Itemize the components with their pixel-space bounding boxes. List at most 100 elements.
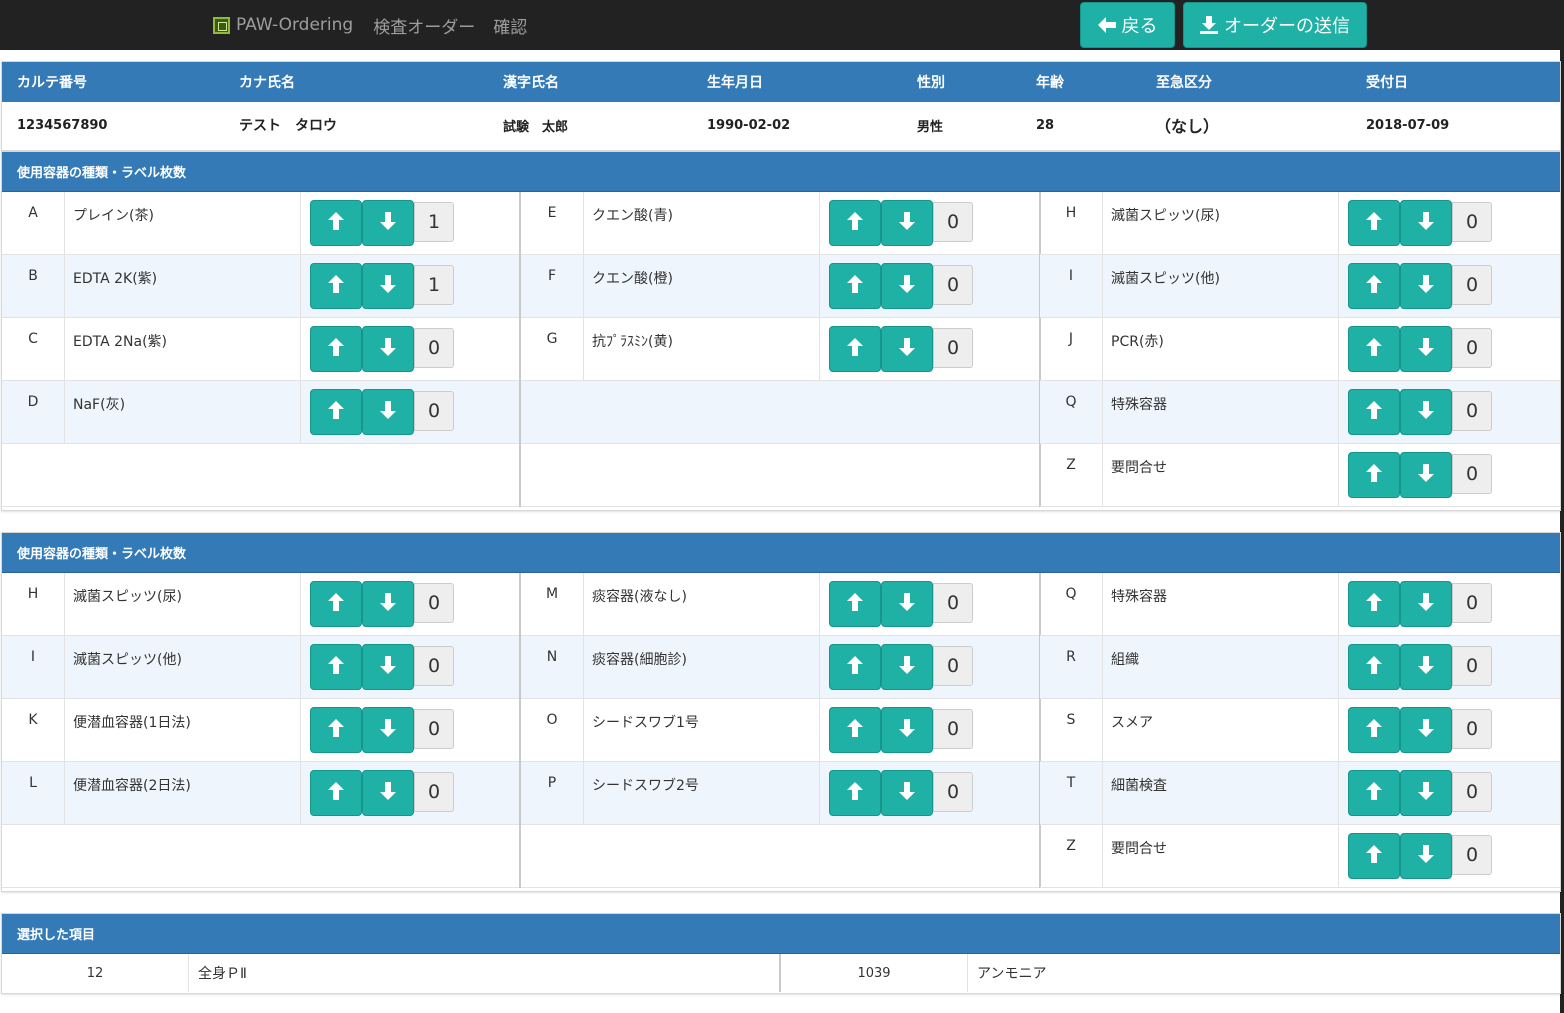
increment-button[interactable] [1348,263,1400,309]
increment-button[interactable] [1348,389,1400,435]
increment-button[interactable] [310,770,362,816]
decrement-button[interactable] [881,644,933,690]
decrement-button[interactable] [1400,389,1452,435]
back-button[interactable]: 戻る [1080,2,1175,48]
increment-button[interactable] [1348,326,1400,372]
decrement-button[interactable] [1400,326,1452,372]
increment-button[interactable] [310,200,362,246]
arrow-down-icon [380,401,396,423]
container-row: D NaF(灰) 0 [2,381,519,444]
decrement-button[interactable] [362,707,414,753]
arrow-down-icon [1418,845,1434,867]
decrement-button[interactable] [881,200,933,246]
decrement-button[interactable] [1400,644,1452,690]
increment-button[interactable] [310,263,362,309]
increment-button[interactable] [1348,644,1400,690]
container-code: R [1040,636,1103,698]
selected-item-name: 全身ＰⅡ [198,966,247,982]
decrement-button[interactable] [362,263,414,309]
container-code: I [1040,255,1103,317]
decrement-button[interactable] [1400,707,1452,753]
increment-button[interactable] [829,200,881,246]
container-row: Q 特殊容器 0 [1040,381,1560,444]
arrow-down-icon [380,212,396,234]
label-count: 0 [414,391,454,431]
container-name: 要問合せ [1103,444,1339,506]
container-row: L 便潜血容器(2日法) 0 [2,762,519,825]
decrement-button[interactable] [1400,200,1452,246]
increment-button[interactable] [310,326,362,372]
increment-button[interactable] [310,389,362,435]
container-row: Q 特殊容器 0 [1040,573,1560,636]
arrow-down-icon [380,782,396,804]
increment-button[interactable] [1348,452,1400,498]
increment-button[interactable] [829,263,881,309]
increment-button[interactable] [829,581,881,627]
decrement-button[interactable] [881,263,933,309]
container-name: 要問合せ [1103,825,1339,887]
decrement-button[interactable] [362,644,414,690]
container-row: J PCR(赤) 0 [1040,318,1560,381]
send-order-button[interactable]: オーダーの送信 [1183,2,1367,48]
decrement-button[interactable] [881,707,933,753]
increment-button[interactable] [829,644,881,690]
arrow-down-icon [380,275,396,297]
container-code: P [521,762,584,824]
container-name: EDTA 2Na(紫) [65,318,301,380]
label-count-control: 0 [829,326,973,372]
header-urgency: 至急区分 [1156,75,1212,91]
arrow-up-icon [1366,275,1382,297]
container-row: K 便潜血容器(1日法) 0 [2,699,519,762]
arrow-up-icon [1366,212,1382,234]
decrement-button[interactable] [881,581,933,627]
increment-button[interactable] [1348,707,1400,753]
container-name: プレイン(茶) [65,192,301,254]
decrement-button[interactable] [881,770,933,816]
increment-button[interactable] [310,707,362,753]
decrement-button[interactable] [362,326,414,372]
label-count-control: 0 [1348,707,1492,753]
arrow-down-icon [1418,593,1434,615]
chart-number: 1234567890 [17,117,108,133]
arrow-down-icon [380,338,396,360]
empty-row [521,444,1039,507]
decrement-button[interactable] [1400,581,1452,627]
arrow-down-icon [1418,338,1434,360]
arrow-up-icon [1366,464,1382,486]
increment-button[interactable] [829,326,881,372]
top-navbar: PAW-Ordering 検査オーダー 確認 戻る オーダーの送信 [0,0,1564,50]
send-order-label: オーダーの送信 [1224,16,1350,37]
arrow-up-icon [1366,845,1382,867]
decrement-button[interactable] [362,200,414,246]
increment-button[interactable] [310,581,362,627]
container-code: J [1040,318,1103,380]
increment-button[interactable] [310,644,362,690]
increment-button[interactable] [829,770,881,816]
label-count-control: 0 [1348,770,1492,816]
decrement-button[interactable] [881,326,933,372]
selected-item[interactable]: 12 全身ＰⅡ [2,954,781,992]
container-code: Q [1040,573,1103,635]
container-column-1: A プレイン(茶) 1 B EDTA 2K(紫) 1 C EDTA 2Na(紫) 0 D NaF(灰… [2,192,521,507]
increment-button[interactable] [1348,833,1400,879]
decrement-button[interactable] [1400,263,1452,309]
patient-value-row: 1234567890 テスト タロウ 試験 太郎 1990-02-02 男性 2… [2,102,1560,148]
decrement-button[interactable] [362,770,414,816]
selected-item[interactable]: 1039 アンモニア [781,954,1560,992]
increment-button[interactable] [1348,200,1400,246]
arrow-up-icon [328,719,344,741]
label-count-control: 0 [829,263,973,309]
decrement-button[interactable] [1400,452,1452,498]
decrement-button[interactable] [1400,770,1452,816]
label-count: 0 [933,265,973,305]
increment-button[interactable] [1348,581,1400,627]
brand[interactable]: PAW-Ordering 検査オーダー 確認 [213,13,527,38]
container-code: M [521,573,584,635]
label-count-control: 0 [829,770,973,816]
decrement-button[interactable] [1400,833,1452,879]
arrow-down-icon [899,338,915,360]
decrement-button[interactable] [362,581,414,627]
increment-button[interactable] [829,707,881,753]
increment-button[interactable] [1348,770,1400,816]
decrement-button[interactable] [362,389,414,435]
